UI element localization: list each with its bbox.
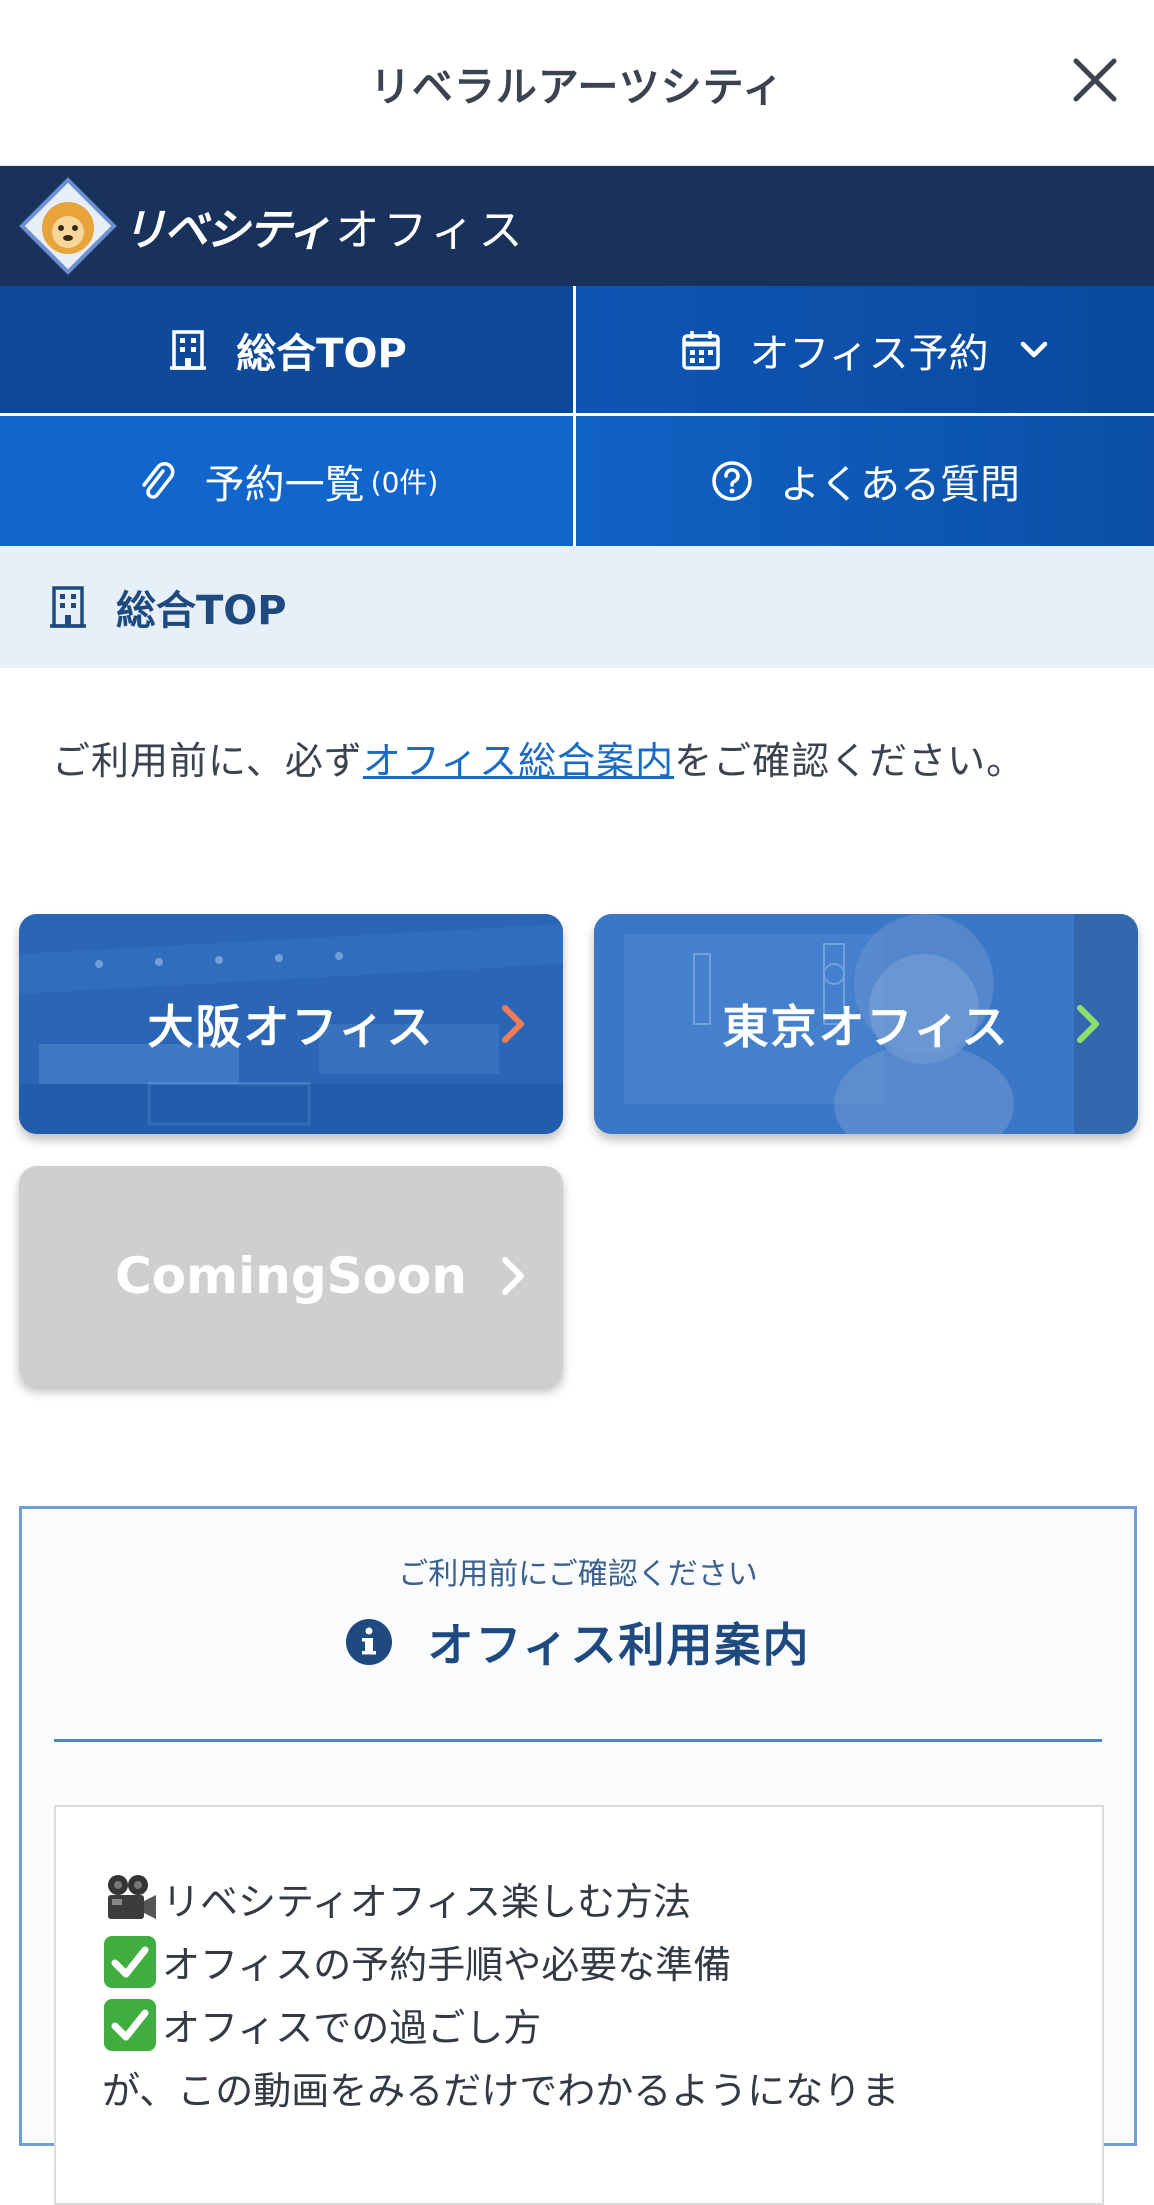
guide-heading: オフィス利用案内: [22, 1609, 1134, 1675]
main-nav: 総合TOP オフィス予約 予約一覧 (0件) よくある質問: [0, 286, 1154, 546]
chevron-right-icon: [502, 1005, 524, 1043]
app-title-bar: リベラルアーツシティ: [0, 0, 1154, 166]
paperclip-icon: [141, 462, 175, 499]
osaka-office-card[interactable]: 大阪オフィス: [19, 914, 563, 1134]
guide-line-text: オフィスでの過ごし方: [162, 2006, 542, 2050]
brand-logo-text[interactable]: リベシティ オフィス: [122, 194, 527, 258]
chevron-right-icon: [502, 1257, 524, 1295]
building-icon: [170, 329, 207, 370]
brand-logo-bold: リベシティ: [122, 205, 331, 256]
info-icon: [346, 1619, 393, 1665]
notice-text: ご利用前に、必ずオフィス総合案内をご確認ください。: [52, 730, 1132, 785]
check-mark-icon: [104, 1935, 156, 1988]
nav-top-label: 総合TOP: [236, 330, 407, 377]
divider: [54, 1739, 1102, 1742]
nav-reservation-list[interactable]: 予約一覧 (0件): [0, 416, 576, 546]
nav-faq-label: よくある質問: [780, 462, 1020, 508]
building-icon: [50, 586, 86, 628]
question-circle-icon: [712, 461, 752, 501]
nav-reserve-label: オフィス予約: [749, 330, 989, 377]
page-title: 総合TOP: [0, 546, 1154, 668]
nav-top[interactable]: 総合TOP: [0, 286, 576, 416]
office-guide-link[interactable]: オフィス総合案内: [363, 739, 674, 783]
brand-logo-light: オフィス: [335, 205, 527, 256]
close-icon[interactable]: [1070, 55, 1120, 105]
app-title: リベラルアーツシティ: [369, 62, 785, 111]
tokyo-office-label: 東京オフィス: [722, 1000, 1010, 1054]
office-guide-box: ご利用前にご確認ください オフィス利用案内 リベシティオフィス楽しむ方法 オフィ…: [19, 1506, 1137, 2205]
guide-line-text: が、この動画をみるだけでわかるようになりま: [102, 2069, 900, 2113]
reservation-count: (0件): [370, 466, 439, 499]
guide-content: リベシティオフィス楽しむ方法 オフィスの予約手順や必要な準備 オフィスでの過ごし…: [54, 1805, 1104, 2205]
coming-soon-card[interactable]: ComingSoon: [19, 1166, 563, 1386]
tokyo-office-card[interactable]: 東京オフィス: [594, 914, 1138, 1134]
calendar-icon: [682, 330, 721, 370]
nav-reserve-dropdown[interactable]: オフィス予約: [576, 286, 1154, 416]
guide-line-text: オフィスの予約手順や必要な準備: [162, 1943, 732, 1987]
brand-header: リベシティ オフィス: [0, 166, 1154, 286]
chevron-right-icon: [1077, 1005, 1099, 1043]
nav-faq[interactable]: よくある質問: [576, 416, 1154, 546]
page-title-text: 総合TOP: [116, 588, 287, 634]
notice-before: ご利用前に、必ず: [52, 739, 363, 783]
guide-line: オフィスの予約手順や必要な準備: [102, 1930, 1062, 1993]
osaka-office-label: 大阪オフィス: [147, 1000, 435, 1054]
guide-title: オフィス利用案内: [427, 1618, 811, 1672]
guide-subtitle: ご利用前にご確認ください: [398, 1557, 758, 1592]
coming-soon-label: ComingSoon: [115, 1247, 467, 1305]
lion-logo-icon[interactable]: [18, 176, 118, 276]
movie-camera-icon: [108, 1874, 156, 1919]
guide-line: リベシティオフィス楽しむ方法: [102, 1867, 1062, 1930]
nav-list-label: 予約一覧: [204, 462, 365, 508]
notice-after: をご確認ください。: [674, 739, 1026, 783]
chevron-down-icon: [1020, 341, 1047, 357]
guide-line: オフィスでの過ごし方: [102, 1993, 1062, 2056]
guide-line: が、この動画をみるだけでわかるようになりま: [102, 2056, 1062, 2119]
check-mark-icon: [104, 1998, 156, 2051]
guide-line-text: リベシティオフィス楽しむ方法: [162, 1880, 691, 1924]
